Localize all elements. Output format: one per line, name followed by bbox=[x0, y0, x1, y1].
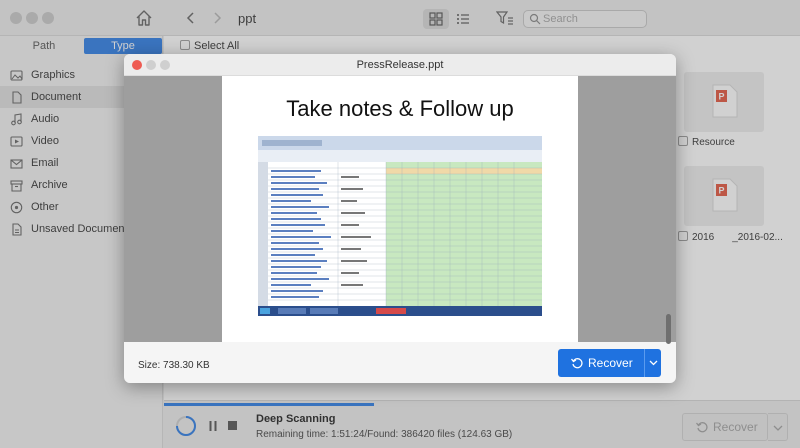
spreadsheet-screenshot-image bbox=[258, 136, 542, 316]
file-size-label: Size: 738.30 KB bbox=[138, 360, 210, 371]
slide-title: Take notes & Follow up bbox=[286, 96, 514, 121]
preview-close-button[interactable] bbox=[132, 60, 142, 70]
recover-dropdown-button[interactable] bbox=[644, 349, 661, 377]
preview-title: PressRelease.ppt bbox=[356, 59, 444, 71]
recover-label: Recover bbox=[588, 356, 633, 370]
preview-area: Take notes & Follow up bbox=[124, 76, 676, 344]
preview-dialog: PressRelease.ppt Take notes & Follow up bbox=[124, 54, 676, 383]
recover-icon bbox=[571, 358, 583, 369]
recover-button[interactable]: Recover bbox=[558, 349, 644, 377]
preview-minimize-button[interactable] bbox=[146, 60, 156, 70]
preview-titlebar: PressRelease.ppt bbox=[124, 54, 676, 76]
chevron-down-icon bbox=[649, 360, 658, 366]
slide: Take notes & Follow up bbox=[222, 76, 578, 342]
preview-zoom-button[interactable] bbox=[160, 60, 170, 70]
preview-scrollbar[interactable] bbox=[666, 314, 671, 344]
